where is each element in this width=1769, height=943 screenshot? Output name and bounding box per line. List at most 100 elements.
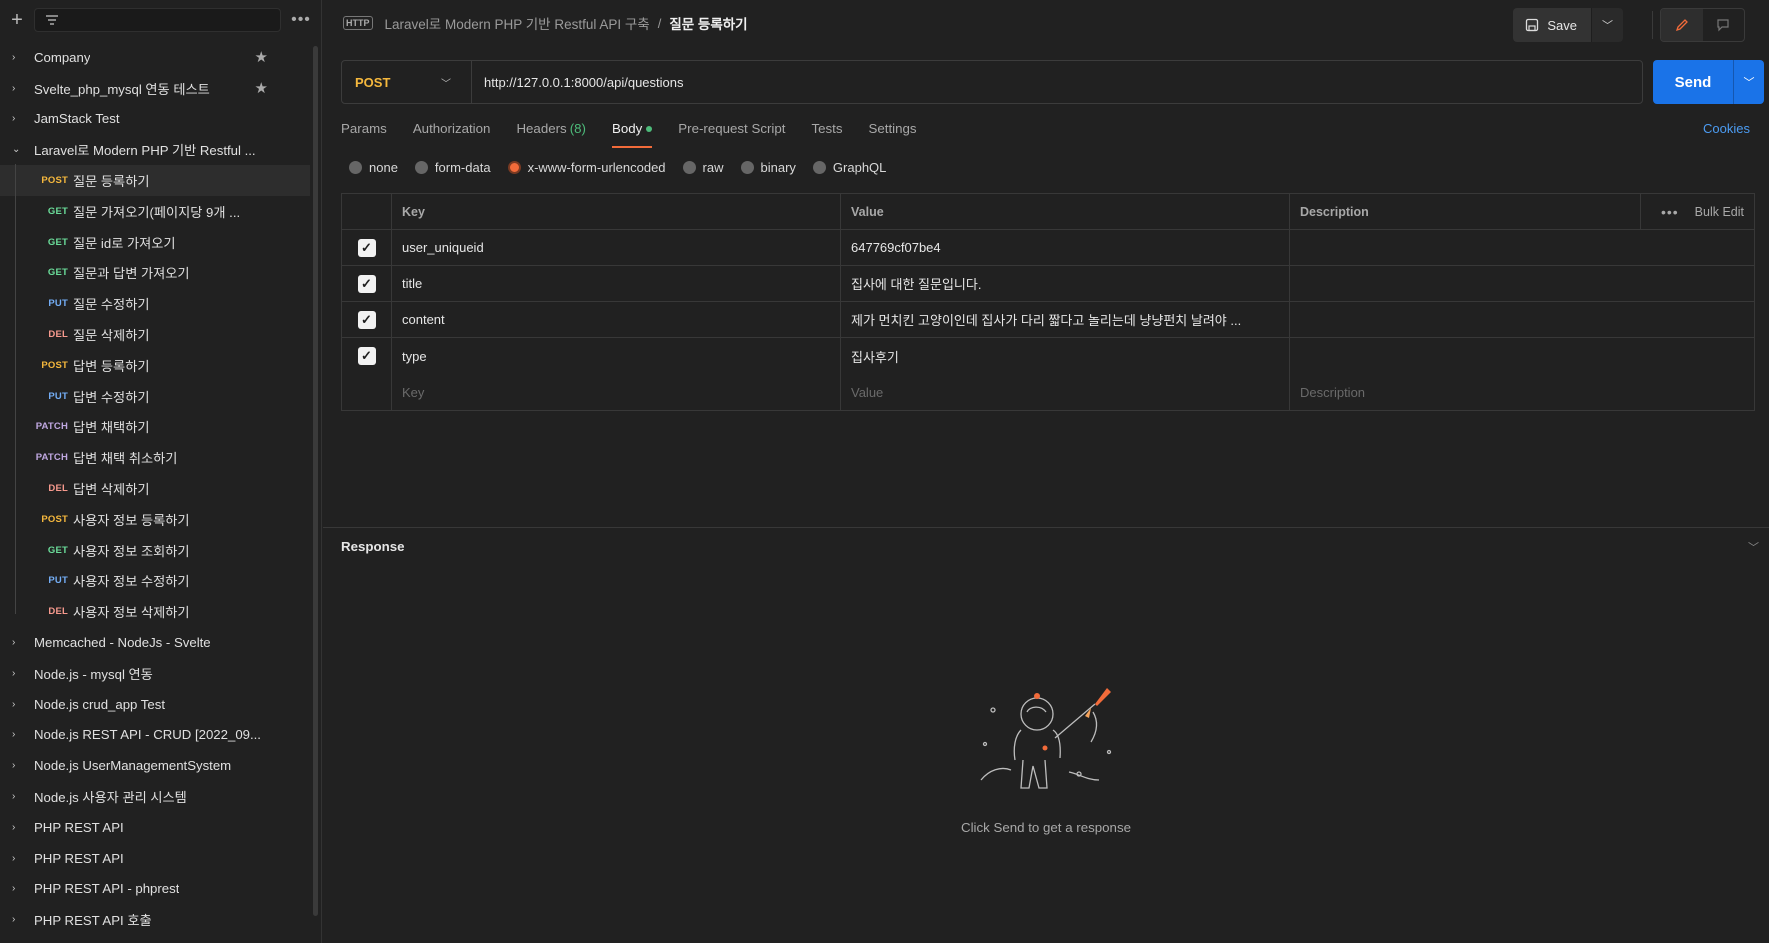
collection-item[interactable]: › PHP REST API	[0, 843, 310, 874]
star-icon[interactable]: ★	[255, 79, 268, 97]
collection-item[interactable]: › PHP REST API - phprest	[0, 874, 310, 905]
request-item[interactable]: GET 질문 가져오기(페이지당 9개 ...	[0, 196, 310, 227]
row-key-input[interactable]: title	[392, 266, 841, 301]
row-description-input[interactable]	[1290, 338, 1754, 374]
breadcrumb-request[interactable]: 질문 등록하기	[669, 13, 747, 33]
comments-mode-button[interactable]	[1703, 9, 1745, 41]
row-value-input[interactable]: 집사에 대한 질문입니다.	[841, 266, 1290, 301]
table-row: ✓ type 집사후기	[342, 338, 1754, 374]
row-key-input[interactable]: user_uniqueid	[392, 230, 841, 265]
request-item[interactable]: PUT 사용자 정보 수정하기	[0, 566, 310, 597]
tab-authorization[interactable]: Authorization	[413, 118, 491, 148]
method-badge: POST	[41, 175, 68, 187]
body-type-radio[interactable]: form-data	[414, 160, 491, 175]
request-item[interactable]: DEL 답변 삭제하기	[0, 473, 310, 504]
request-item[interactable]: GET 질문과 답변 가져오기	[0, 258, 310, 289]
checkbox[interactable]: ✓	[357, 347, 376, 365]
filter-input[interactable]	[34, 8, 281, 32]
collection-item[interactable]: › JamStack Test	[0, 104, 310, 135]
body-type-label: GraphQL	[832, 160, 887, 175]
save-dropdown-button[interactable]: ﹀	[1591, 8, 1623, 42]
row-value-input[interactable]: 집사후기	[841, 338, 1290, 374]
send-button[interactable]: Send	[1653, 60, 1733, 104]
request-item[interactable]: PUT 답변 수정하기	[0, 381, 310, 412]
response-panel-header[interactable]: Response ﹀	[323, 527, 1769, 565]
chevron-right-icon: ›	[12, 51, 16, 63]
radio-icon	[507, 161, 521, 174]
tab-params[interactable]: Params	[341, 118, 387, 148]
tab-pre-request-script[interactable]: Pre-request Script	[678, 118, 785, 148]
collection-label: PHP REST API	[34, 850, 124, 866]
body-type-radio[interactable]: binary	[740, 160, 796, 175]
collection-item[interactable]: › Memcached - NodeJs - Svelte	[0, 627, 310, 658]
chevron-down-icon[interactable]: ﹀	[1748, 539, 1759, 555]
tab-count-badge: (8)	[569, 121, 586, 136]
tab-settings[interactable]: Settings	[868, 118, 916, 148]
checkbox[interactable]: ✓	[357, 274, 376, 293]
row-value-input[interactable]: 647769cf07be4	[841, 230, 1290, 265]
more-icon[interactable]: •••	[1661, 204, 1679, 220]
body-type-radio[interactable]: x-www-form-urlencoded	[507, 160, 666, 175]
collection-item[interactable]: › Node.js crud_app Test	[0, 689, 310, 720]
request-label: 답변 등록하기	[73, 358, 150, 374]
request-item[interactable]: GET 사용자 정보 조회하기	[0, 535, 310, 566]
new-key-input[interactable]: Key	[392, 374, 841, 410]
collection-item[interactable]: › Node.js UserManagementSystem	[0, 750, 310, 781]
method-badge: POST	[41, 359, 68, 371]
checkbox[interactable]: ✓	[357, 238, 376, 257]
star-icon[interactable]: ★	[255, 48, 268, 66]
cookies-link[interactable]: Cookies	[1703, 121, 1750, 136]
body-type-radio[interactable]: none	[349, 160, 398, 175]
new-value-input[interactable]: Value	[841, 374, 1290, 410]
request-item[interactable]: PATCH 답변 채택 취소하기	[0, 442, 310, 473]
request-label: 질문 id로 가져오기	[73, 235, 176, 251]
request-item[interactable]: POST 질문 등록하기	[0, 165, 310, 196]
tab-body[interactable]: Body	[611, 118, 653, 148]
method-value: POST	[355, 74, 391, 90]
row-description-input[interactable]	[1290, 302, 1754, 337]
collection-label: Node.js crud_app Test	[34, 696, 165, 712]
send-dropdown-button[interactable]: ﹀	[1733, 60, 1764, 104]
url-input[interactable]	[472, 61, 1642, 103]
table-header: Key Value Description ••• Bulk Edit	[342, 194, 1754, 230]
add-icon[interactable]: +	[8, 10, 26, 30]
collection-label: Node.js 사용자 관리 시스템	[34, 790, 187, 806]
body-type-radio[interactable]: raw	[682, 160, 724, 175]
tab-tests[interactable]: Tests	[811, 118, 842, 148]
tab-headers[interactable]: Headers (8)	[516, 118, 586, 148]
request-item[interactable]: POST 사용자 정보 등록하기	[0, 504, 310, 535]
request-item[interactable]: POST 답변 등록하기	[0, 350, 310, 381]
breadcrumb-collection[interactable]: Laravel로 Modern PHP 기반 Restful API 구축	[385, 13, 650, 33]
row-description-input[interactable]	[1290, 230, 1754, 265]
method-select[interactable]: POST ﹀	[342, 61, 472, 103]
save-button[interactable]: Save	[1513, 8, 1591, 42]
chevron-right-icon: ›	[12, 791, 16, 803]
collection-item[interactable]: › PHP REST API 호출	[0, 904, 310, 935]
sidebar-scrollbar[interactable]	[313, 46, 318, 916]
row-key-input[interactable]: content	[392, 302, 841, 337]
chevron-right-icon: ›	[12, 698, 16, 710]
row-value-input[interactable]: 제가 먼치킨 고양이인데 집사가 다리 짧다고 놀리는데 냥냥펀치 날려야 ..…	[841, 302, 1290, 337]
collection-item[interactable]: › Node.js - mysql 연동	[0, 658, 310, 689]
collection-item[interactable]: › Node.js 사용자 관리 시스템	[0, 781, 310, 812]
collection-item[interactable]: › Node.js REST API - CRUD [2022_09...	[0, 720, 310, 751]
collection-item[interactable]: ⌄ Laravel로 Modern PHP 기반 Restful ...	[0, 134, 310, 165]
edit-mode-button[interactable]	[1661, 9, 1703, 41]
request-item[interactable]: PUT 질문 수정하기	[0, 288, 310, 319]
chevron-right-icon: ›	[12, 82, 16, 94]
collection-item[interactable]: › Svelte_php_mysql 연동 테스트 ★	[0, 73, 310, 104]
request-item[interactable]: DEL 질문 삭제하기	[0, 319, 310, 350]
collection-item[interactable]: › PHP REST API	[0, 812, 310, 843]
request-label: 사용자 정보 등록하기	[73, 512, 190, 528]
collection-item[interactable]: › Company ★	[0, 42, 310, 73]
request-item[interactable]: PATCH 답변 채택하기	[0, 412, 310, 443]
request-item[interactable]: DEL 사용자 정보 삭제하기	[0, 596, 310, 627]
row-description-input[interactable]	[1290, 266, 1754, 301]
request-item[interactable]: GET 질문 id로 가져오기	[0, 227, 310, 258]
checkbox[interactable]: ✓	[357, 310, 376, 329]
body-type-radio[interactable]: GraphQL	[812, 160, 887, 175]
new-description-input[interactable]: Description	[1290, 374, 1754, 410]
bulk-edit-link[interactable]: Bulk Edit	[1695, 205, 1744, 219]
row-key-input[interactable]: type	[392, 338, 841, 374]
more-icon[interactable]: •••	[289, 11, 313, 29]
